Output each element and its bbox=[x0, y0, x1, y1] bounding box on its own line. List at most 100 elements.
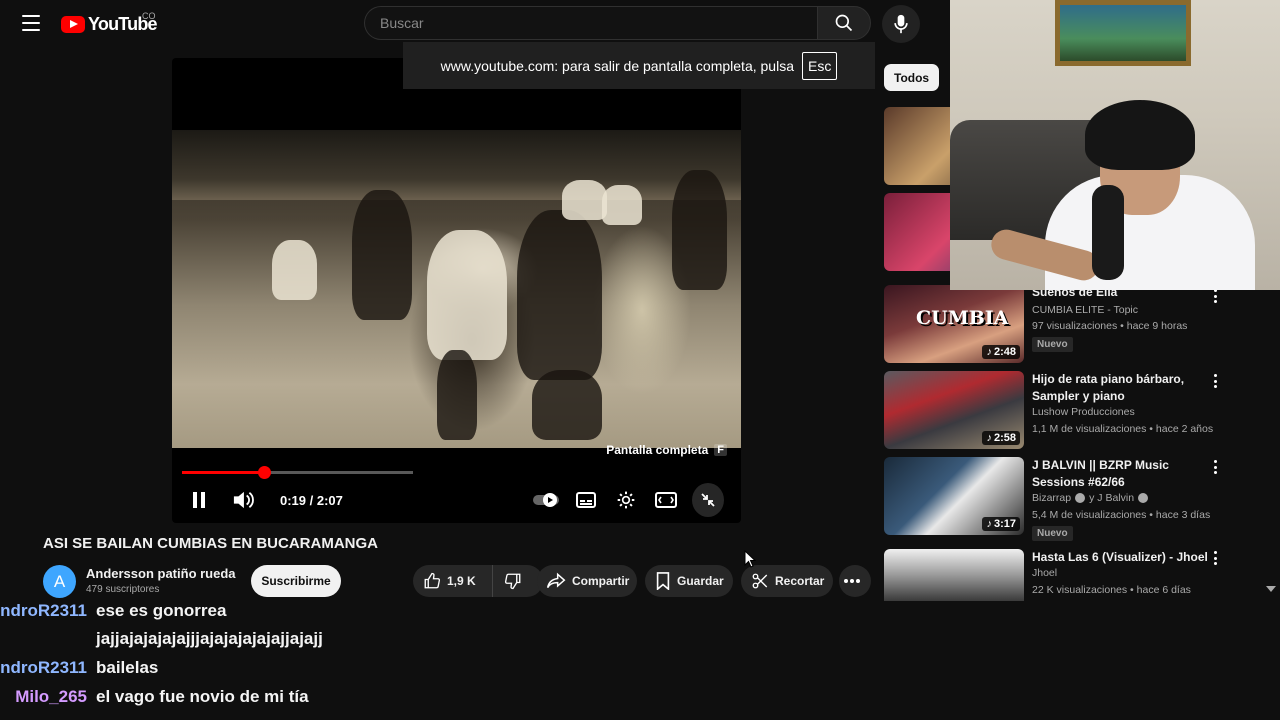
mouse-cursor-icon bbox=[744, 550, 756, 568]
settings-button[interactable] bbox=[614, 483, 638, 517]
streamer-cap bbox=[1085, 100, 1195, 170]
scroll-down-icon[interactable] bbox=[1266, 586, 1276, 592]
progress-played bbox=[182, 471, 265, 474]
search-input[interactable] bbox=[380, 15, 818, 31]
music-note-icon: ♪ bbox=[986, 346, 992, 358]
search-bar bbox=[364, 6, 818, 40]
scrubber-handle[interactable] bbox=[258, 466, 272, 479]
save-button[interactable]: Guardar bbox=[645, 565, 733, 597]
dislike-button[interactable] bbox=[493, 565, 539, 597]
video-title-link[interactable]: Hasta Las 6 (Visualizer) - Jhoel bbox=[1032, 549, 1212, 566]
exit-fullscreen-icon bbox=[701, 493, 715, 507]
music-note-icon: ♪ bbox=[986, 518, 992, 530]
verified-icon bbox=[1138, 493, 1149, 503]
video-title-link[interactable]: Hijo de rata piano bárbaro, Sampler y pi… bbox=[1032, 371, 1207, 405]
volume-button[interactable] bbox=[230, 483, 256, 517]
new-badge: Nuevo bbox=[1032, 337, 1073, 352]
filter-chip-all[interactable]: Todos bbox=[884, 64, 940, 91]
pause-button[interactable] bbox=[186, 483, 212, 517]
scissors-icon bbox=[752, 573, 768, 589]
music-note-icon: ♪ bbox=[986, 432, 992, 444]
video-channel[interactable]: Bizarrap y J Balvin bbox=[1032, 492, 1149, 504]
theater-mode-button[interactable] bbox=[654, 483, 678, 517]
voice-search-button[interactable] bbox=[882, 5, 920, 43]
video-channel[interactable]: Lushow Producciones bbox=[1032, 406, 1135, 418]
fullscreen-tooltip: Pantalla completa F bbox=[606, 443, 727, 457]
like-dislike-group: 1,9 K bbox=[413, 565, 543, 597]
like-button[interactable]: 1,9 K bbox=[413, 565, 493, 597]
video-channel[interactable]: Jhoel bbox=[1032, 567, 1057, 579]
webcam-overlay bbox=[950, 0, 1280, 290]
share-icon bbox=[546, 572, 566, 589]
volume-icon bbox=[233, 491, 254, 509]
new-badge: Nuevo bbox=[1032, 526, 1073, 541]
gear-icon bbox=[617, 491, 635, 509]
thumbnail-text: CUMBIA bbox=[916, 307, 1009, 329]
subscribe-button[interactable]: Suscribirme bbox=[251, 565, 341, 597]
subtitles-icon bbox=[576, 492, 596, 508]
fullscreen-tooltip-key: F bbox=[714, 444, 727, 456]
subscriber-count: 479 suscriptores bbox=[86, 584, 160, 595]
chat-text: jajjajajajajajjjajajajajajajjajajj bbox=[96, 629, 323, 648]
share-label: Compartir bbox=[572, 574, 630, 588]
country-code: CO bbox=[142, 11, 156, 21]
search-icon bbox=[835, 14, 853, 32]
video-thumbnail[interactable]: ♪ 2:58 bbox=[884, 371, 1024, 449]
chat-text: ese es gonorrea bbox=[96, 601, 227, 620]
video-player[interactable]: Pantalla completa F 0:19 / 2:07 bbox=[172, 58, 741, 523]
chat-username: Milo_265 bbox=[15, 687, 87, 706]
video-thumbnail[interactable]: ♪ 3:17 bbox=[884, 457, 1024, 535]
video-meta: 1,1 M de visualizaciones • hace 2 años bbox=[1032, 423, 1214, 435]
chat-username: ndroR2311 bbox=[0, 601, 87, 620]
microphone bbox=[1092, 185, 1124, 280]
video-duration: ♪ 2:48 bbox=[982, 345, 1020, 359]
video-channel[interactable]: CUMBIA ELITE - Topic bbox=[1032, 304, 1138, 316]
share-button[interactable]: Compartir bbox=[537, 565, 637, 597]
more-vertical-icon[interactable] bbox=[1214, 460, 1218, 474]
more-vertical-icon[interactable] bbox=[1214, 289, 1218, 303]
verified-icon bbox=[1075, 493, 1086, 503]
pause-icon bbox=[193, 492, 205, 508]
save-label: Guardar bbox=[677, 574, 724, 588]
time-display: 0:19 / 2:07 bbox=[280, 492, 343, 508]
channel-name-text: Bizarrap bbox=[1032, 492, 1072, 504]
fullscreen-tooltip-label: Pantalla completa bbox=[606, 443, 709, 457]
video-duration: ♪ 2:58 bbox=[982, 431, 1020, 445]
more-vertical-icon[interactable] bbox=[1214, 374, 1218, 388]
more-horizontal-icon bbox=[844, 579, 860, 583]
chat-text: el vago fue novio de mi tía bbox=[96, 687, 309, 706]
fullscreen-button[interactable] bbox=[692, 483, 724, 517]
video-title: ASI SE BAILAN CUMBIAS EN BUCARAMANGA bbox=[43, 535, 379, 552]
subtitles-button[interactable] bbox=[574, 483, 598, 517]
channel-name[interactable]: Andersson patiño rueda bbox=[86, 566, 236, 581]
menu-icon[interactable] bbox=[22, 15, 40, 31]
video-title-link[interactable]: J BALVIN || BZRP Music Sessions #62/66 bbox=[1032, 457, 1207, 491]
chat-username: ndroR2311 bbox=[0, 658, 87, 677]
channel-avatar[interactable]: A bbox=[43, 565, 76, 598]
youtube-play-icon bbox=[61, 15, 85, 33]
bookmark-icon bbox=[656, 572, 670, 590]
thumbs-down-icon bbox=[504, 573, 521, 590]
autoplay-toggle[interactable] bbox=[532, 483, 560, 517]
video-thumbnail[interactable]: CUMBIA ♪ 2:48 bbox=[884, 285, 1024, 363]
more-actions-button[interactable] bbox=[839, 565, 871, 597]
clip-button[interactable]: Recortar bbox=[741, 565, 833, 597]
video-thumbnail[interactable] bbox=[884, 549, 1024, 601]
fullscreen-notice-text: www.youtube.com: para salir de pantalla … bbox=[440, 57, 794, 74]
video-meta: 97 visualizaciones • hace 9 horas bbox=[1032, 320, 1188, 332]
video-frame[interactable] bbox=[172, 130, 741, 448]
duration-text: 2:58 bbox=[993, 432, 1016, 444]
player-controls: 0:19 / 2:07 bbox=[172, 483, 741, 517]
wall-painting bbox=[1055, 0, 1191, 66]
progress-bar[interactable] bbox=[182, 466, 413, 479]
more-vertical-icon[interactable] bbox=[1214, 551, 1218, 565]
microphone-icon bbox=[894, 14, 908, 34]
channel-collab-text: y J Balvin bbox=[1089, 492, 1135, 504]
fullscreen-notice: www.youtube.com: para salir de pantalla … bbox=[403, 42, 875, 89]
search-button[interactable] bbox=[817, 6, 871, 40]
theater-icon bbox=[655, 492, 677, 508]
duration-text: 3:17 bbox=[993, 518, 1016, 530]
chat-text: bailelas bbox=[96, 658, 159, 677]
clip-label: Recortar bbox=[775, 574, 825, 588]
duration-text: 2:48 bbox=[993, 346, 1016, 358]
